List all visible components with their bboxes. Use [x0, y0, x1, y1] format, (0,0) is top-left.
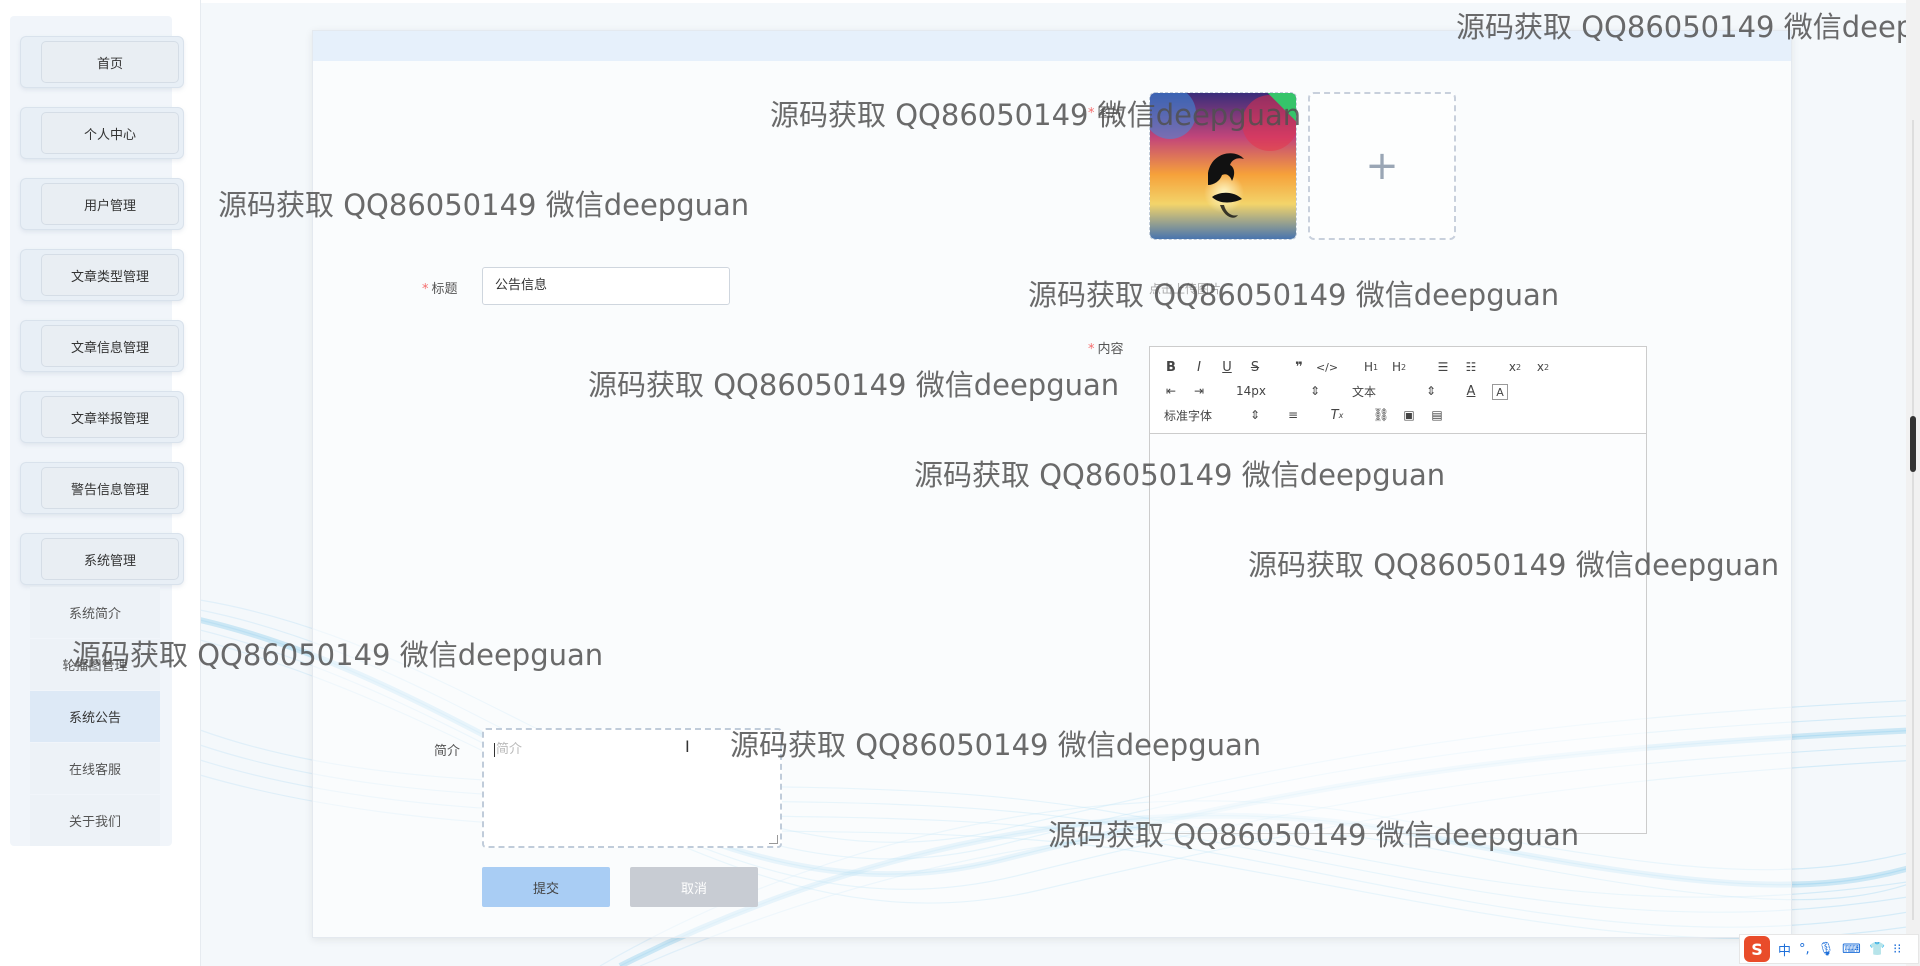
sidebar-item-home[interactable]: 首页: [20, 36, 184, 88]
select-arrows-icon: ⇕: [1425, 384, 1436, 398]
system-submenu: 系统简介 轮播图管理 系统公告 在线客服 关于我们: [30, 587, 160, 847]
editor-toolbar: B I U S ❞ </> H1 H2 ☰ ☷ x2 x2 ⇤ ⇥ 14px ⇕ …: [1149, 346, 1647, 434]
heading-2-icon[interactable]: H2: [1388, 357, 1410, 377]
title-label-text: 标题: [431, 282, 458, 297]
outdent-icon[interactable]: ⇤: [1160, 381, 1182, 401]
sidebar-item-article-report-management[interactable]: 文章举报管理: [20, 391, 184, 443]
sogou-logo-icon[interactable]: S: [1744, 936, 1770, 962]
title-label: * 标题: [422, 278, 458, 297]
top-strip: [200, 0, 1920, 3]
rich-text-editor: B I U S ❞ </> H1 H2 ☰ ☷ x2 x2 ⇤ ⇥ 14px ⇕ …: [1149, 346, 1647, 836]
submenu-item-label: 系统简介: [68, 607, 121, 622]
required-mark: *: [1088, 342, 1095, 357]
plus-icon: +: [1365, 143, 1399, 189]
submenu-item-about-us[interactable]: 关于我们: [30, 795, 160, 846]
background-color-icon[interactable]: A: [1492, 384, 1508, 400]
scroll-thumb[interactable]: [1910, 416, 1916, 472]
sidebar-item-label: 用户管理: [41, 183, 179, 225]
submenu-item-online-service[interactable]: 在线客服: [30, 743, 160, 794]
sidebar-item-label: 个人中心: [41, 112, 179, 154]
blockquote-icon[interactable]: ❞: [1288, 357, 1310, 377]
image-upload-button[interactable]: +: [1308, 92, 1456, 240]
italic-icon[interactable]: I: [1188, 357, 1210, 377]
bullet-list-icon[interactable]: ☷: [1460, 357, 1482, 377]
sidebar-item-system-management[interactable]: 系统管理: [20, 533, 184, 585]
sidebar-item-label: 文章类型管理: [41, 254, 179, 296]
page-scrollbar[interactable]: [1906, 0, 1920, 966]
keyboard-icon[interactable]: ⌨: [1842, 942, 1861, 957]
editor-content-area[interactable]: [1149, 434, 1647, 834]
summary-placeholder: 简介: [496, 742, 523, 757]
text-caret: [494, 742, 495, 757]
submenu-item-label: 轮播图管理: [62, 659, 128, 674]
sidebar-item-personal-center[interactable]: 个人中心: [20, 107, 184, 159]
superscript-icon[interactable]: x2: [1532, 357, 1554, 377]
video-icon[interactable]: ▤: [1426, 405, 1448, 425]
content-label: * 内容: [1088, 338, 1124, 357]
upload-tip: 点击上传图片: [1149, 282, 1222, 296]
sidebar-item-label: 文章举报管理: [41, 396, 179, 438]
sidebar-item-user-management[interactable]: 用户管理: [20, 178, 184, 230]
content-label-text: 内容: [1097, 342, 1124, 357]
summary-label: 简介: [434, 744, 461, 759]
block-type-value: 文本: [1352, 384, 1377, 399]
sidebar-item-label: 首页: [41, 41, 179, 83]
ordered-list-icon[interactable]: ☰: [1432, 357, 1454, 377]
required-mark: *: [422, 282, 429, 297]
sidebar-item-warning-management[interactable]: 警告信息管理: [20, 462, 184, 514]
text-color-icon[interactable]: A: [1460, 381, 1482, 401]
uploaded-image[interactable]: [1149, 92, 1297, 240]
sidebar-item-label: 警告信息管理: [41, 467, 179, 509]
image-icon[interactable]: ▣: [1398, 405, 1420, 425]
link-icon[interactable]: ⛓: [1370, 405, 1392, 425]
menu-grid-icon[interactable]: ⁝⁝: [1893, 942, 1901, 957]
font-family-value: 标准字体: [1164, 408, 1213, 423]
block-type-select[interactable]: 文本 ⇕: [1352, 381, 1436, 401]
submenu-item-system-intro[interactable]: 系统简介: [30, 587, 160, 638]
ibeam-cursor-icon: I: [685, 737, 690, 756]
submit-button[interactable]: 提交: [482, 867, 610, 907]
clear-format-icon[interactable]: Tx: [1326, 405, 1348, 425]
select-arrows-icon: ⇕: [1249, 408, 1260, 422]
sidebar-item-article-type-management[interactable]: 文章类型管理: [20, 249, 184, 301]
submenu-item-carousel-management[interactable]: 轮播图管理: [30, 639, 160, 690]
microphone-icon[interactable]: 🎙: [1818, 942, 1835, 957]
code-block-icon[interactable]: </>: [1316, 357, 1338, 377]
resize-grip-icon[interactable]: [769, 835, 778, 844]
ime-language-toggle[interactable]: 中: [1778, 940, 1791, 959]
submenu-item-label: 关于我们: [68, 815, 121, 830]
indent-icon[interactable]: ⇥: [1188, 381, 1210, 401]
title-input[interactable]: 公告信息: [482, 267, 730, 305]
sidebar: 首页 个人中心 用户管理 文章类型管理 文章信息管理 文章举报管理 警告信息管理…: [0, 0, 201, 966]
sidebar-item-label: 系统管理: [41, 538, 179, 580]
bold-icon[interactable]: B: [1160, 357, 1182, 377]
underline-icon[interactable]: U: [1216, 357, 1238, 377]
image-label-text: 图片: [1097, 106, 1124, 121]
font-size-value: 14px: [1236, 384, 1266, 398]
cancel-button[interactable]: 取消: [630, 867, 758, 907]
ime-toolbar: S 中 °, 🎙 ⌨ 👕 ⁝⁝: [1739, 934, 1919, 964]
scroll-track: [1912, 120, 1914, 920]
image-label: * 图片: [1088, 102, 1124, 121]
submenu-item-label: 系统公告: [68, 711, 121, 726]
summary-textarea[interactable]: 简介: [482, 728, 782, 848]
submenu-item-label: 在线客服: [68, 763, 121, 778]
heading-1-icon[interactable]: H1: [1360, 357, 1382, 377]
dolphin-sunset-image: [1150, 93, 1296, 239]
card-header: [313, 31, 1791, 61]
font-family-select[interactable]: 标准字体 ⇕: [1164, 405, 1260, 425]
punctuation-icon[interactable]: °,: [1799, 942, 1810, 957]
skin-icon[interactable]: 👕: [1869, 942, 1885, 957]
sidebar-item-label: 文章信息管理: [41, 325, 179, 367]
font-size-select[interactable]: 14px ⇕: [1236, 381, 1320, 401]
strikethrough-icon[interactable]: S: [1244, 357, 1266, 377]
align-icon[interactable]: ≡: [1282, 405, 1304, 425]
required-mark: *: [1088, 106, 1095, 121]
select-arrows-icon: ⇕: [1309, 384, 1320, 398]
submenu-item-system-notice[interactable]: 系统公告: [30, 691, 160, 742]
subscript-icon[interactable]: x2: [1504, 357, 1526, 377]
sidebar-item-article-info-management[interactable]: 文章信息管理: [20, 320, 184, 372]
